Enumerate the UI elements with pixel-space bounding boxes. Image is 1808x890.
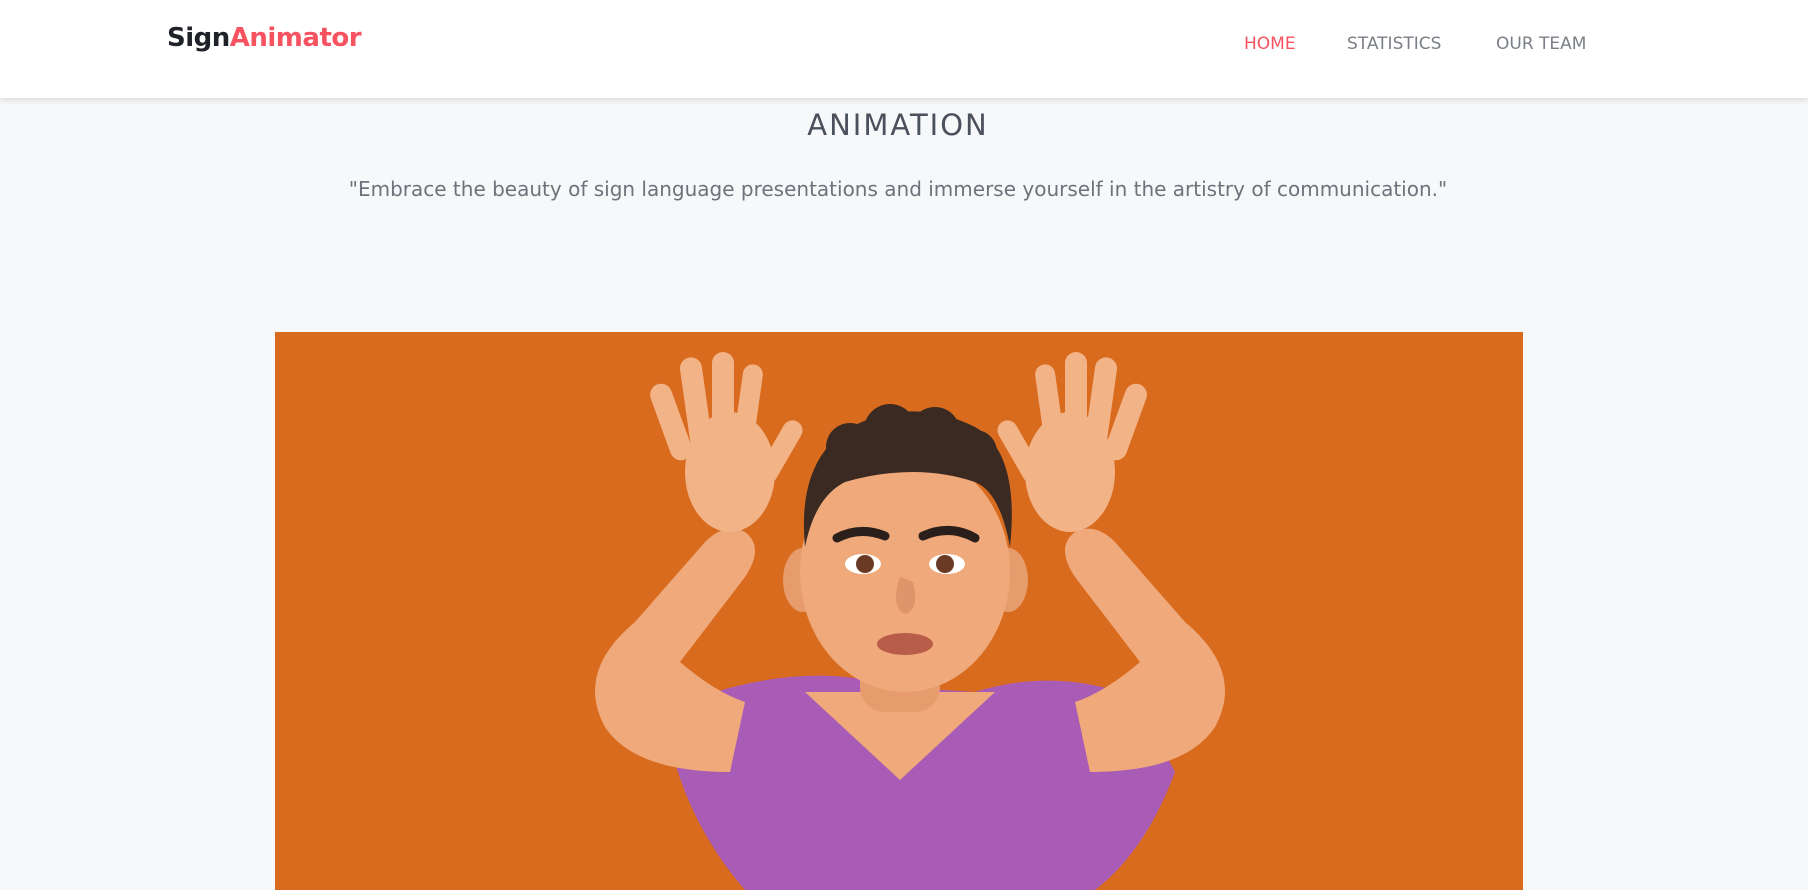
animated-avatar: [275, 332, 1523, 890]
navbar: SignAnimator HOME STATISTICS OUR TEAM: [0, 0, 1808, 98]
brand-logo[interactable]: SignAnimator: [167, 23, 362, 53]
nav-link-our-team[interactable]: OUR TEAM: [1496, 34, 1586, 54]
page-title: ANIMATION: [807, 108, 989, 142]
nav-link-home[interactable]: HOME: [1244, 34, 1296, 54]
page-quote: "Embrace the beauty of sign language pre…: [348, 177, 1448, 201]
nav-link-statistics[interactable]: STATISTICS: [1347, 34, 1441, 54]
sign-animation-video[interactable]: [275, 332, 1523, 890]
brand-logo-part-animator: Animator: [229, 23, 362, 53]
brand-logo-part-sign: Sign: [167, 23, 230, 53]
